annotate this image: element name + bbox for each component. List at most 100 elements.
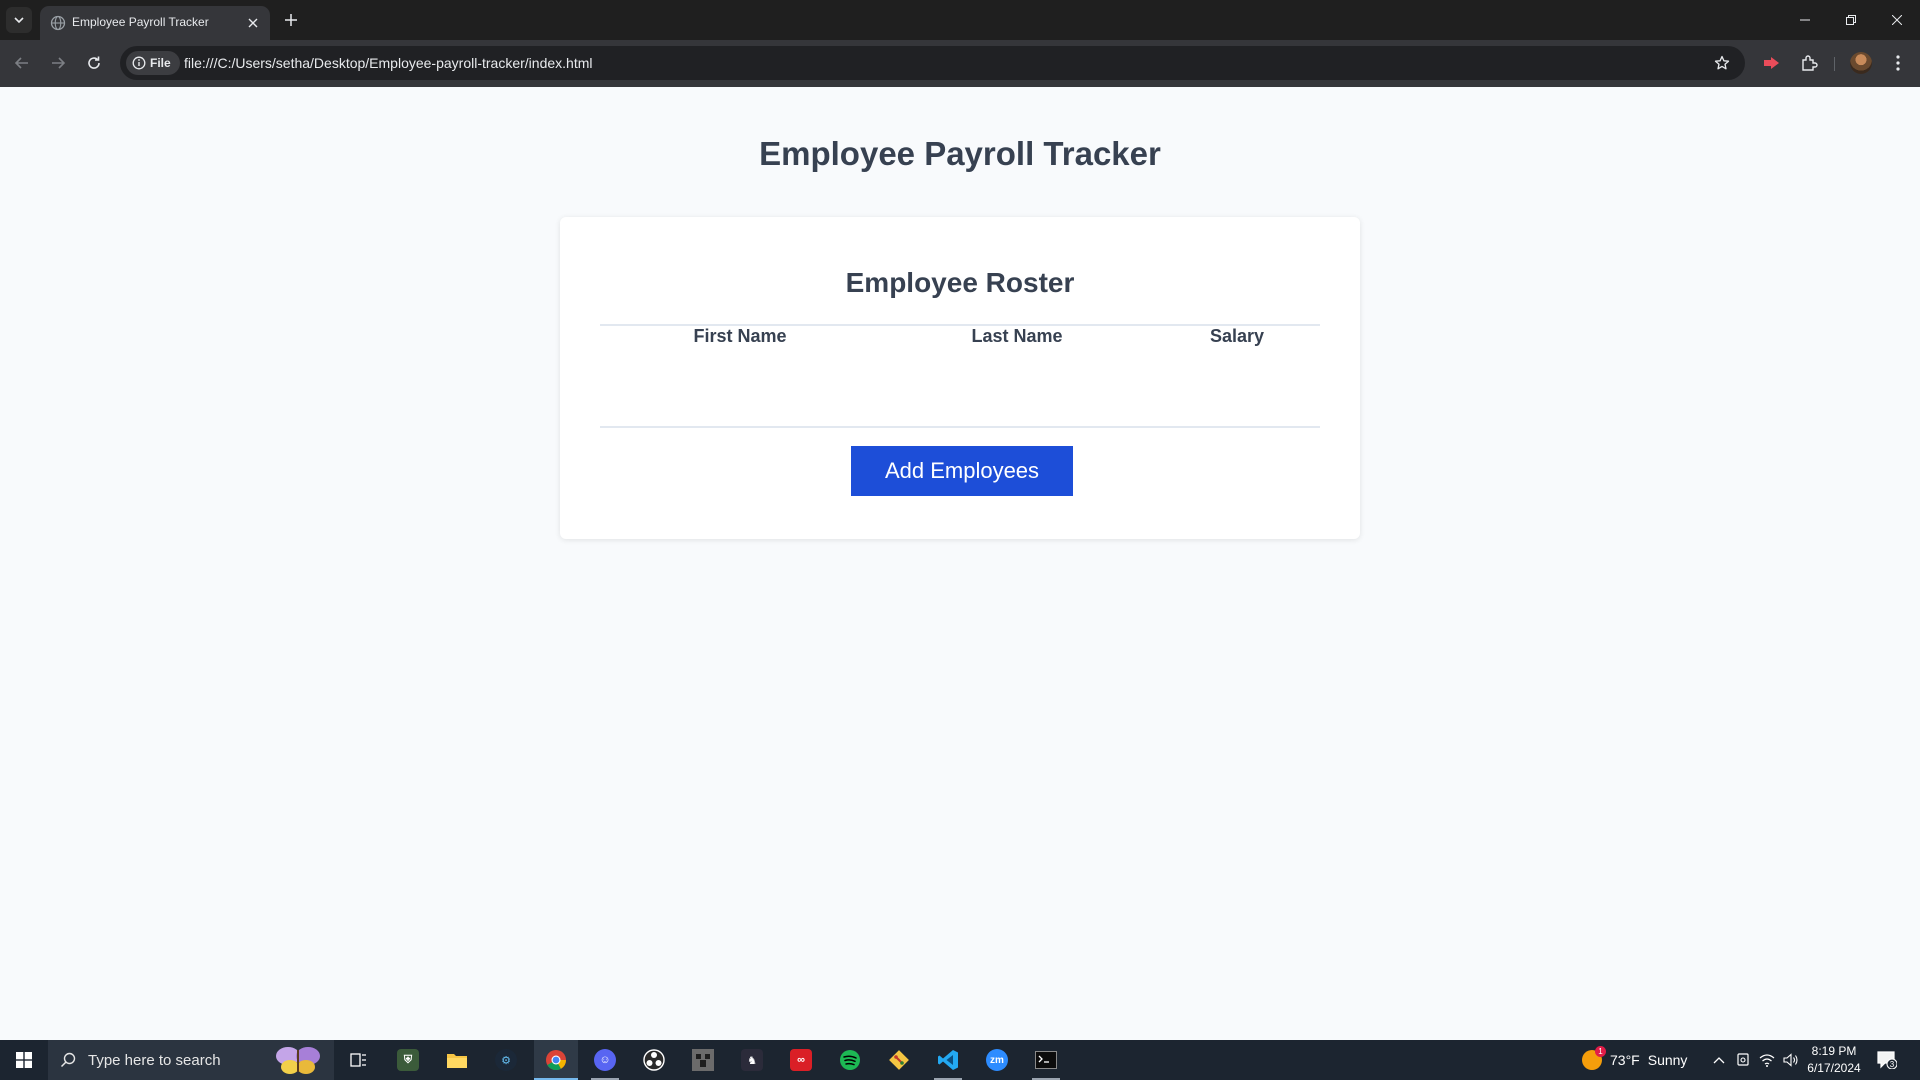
browser-tab[interactable]: Employee Payroll Tracker bbox=[40, 6, 270, 40]
camera-icon bbox=[1737, 1053, 1749, 1066]
extension-button[interactable] bbox=[1760, 51, 1784, 75]
minecraft-icon bbox=[692, 1049, 714, 1071]
search-placeholder: Type here to search bbox=[88, 1052, 221, 1069]
page-title: Employee Payroll Tracker bbox=[759, 135, 1161, 172]
extensions-menu-button[interactable] bbox=[1797, 51, 1821, 75]
minimize-button[interactable] bbox=[1782, 0, 1828, 40]
taskbar-app-discord[interactable]: ☺ bbox=[583, 1040, 627, 1080]
folder-icon bbox=[447, 1054, 467, 1068]
chevron-down-icon bbox=[14, 17, 24, 24]
minimize-icon bbox=[1800, 19, 1810, 21]
notification-count: 3 bbox=[1890, 1060, 1895, 1069]
site-info-chip[interactable]: File bbox=[126, 51, 180, 75]
creative-cloud-icon: ∞ bbox=[790, 1049, 812, 1071]
profile-avatar[interactable] bbox=[1850, 52, 1872, 74]
taskbar-app-zoom[interactable]: zm bbox=[975, 1040, 1019, 1080]
column-header-first-name: First Name bbox=[600, 324, 880, 347]
task-view-button[interactable] bbox=[337, 1040, 381, 1080]
windows-logo-icon bbox=[16, 1052, 32, 1068]
taskbar-app-steam[interactable]: ⚙ bbox=[484, 1040, 528, 1080]
taskbar-app-game-launcher[interactable]: ♞ bbox=[730, 1040, 774, 1080]
extension-app-icon bbox=[1764, 57, 1779, 69]
empty-table-cell bbox=[600, 347, 1320, 428]
forward-button[interactable] bbox=[45, 50, 71, 76]
restore-button[interactable] bbox=[1828, 0, 1874, 40]
toolbar-divider bbox=[1834, 57, 1835, 71]
zoom-icon: zm bbox=[986, 1049, 1008, 1071]
spotify-icon bbox=[840, 1050, 860, 1070]
close-window-button[interactable] bbox=[1874, 0, 1920, 40]
task-view-icon bbox=[350, 1053, 366, 1067]
sun-icon: 1 bbox=[1582, 1046, 1606, 1070]
taskbar-app-file-explorer[interactable] bbox=[435, 1040, 479, 1080]
restore-icon bbox=[1846, 15, 1856, 25]
clock-date: 6/17/2024 bbox=[1807, 1061, 1861, 1075]
tray-network[interactable] bbox=[1757, 1050, 1777, 1070]
weather-alert-badge: 1 bbox=[1595, 1046, 1606, 1057]
taskbar-app-spotify[interactable] bbox=[828, 1040, 872, 1080]
taskbar-app-creative-cloud[interactable]: ∞ bbox=[779, 1040, 823, 1080]
weather-temperature: 73°F bbox=[1610, 1052, 1640, 1068]
more-vertical-icon bbox=[1896, 55, 1900, 71]
column-header-last-name: Last Name bbox=[880, 324, 1154, 347]
reload-icon bbox=[88, 56, 100, 69]
show-hidden-icons-button[interactable] bbox=[1709, 1050, 1729, 1070]
weather-condition: Sunny bbox=[1647, 1052, 1688, 1068]
system-clock[interactable]: 8:19 PM 6/17/2024 bbox=[1802, 1043, 1866, 1077]
tray-volume[interactable] bbox=[1781, 1050, 1801, 1070]
minecraft-dungeons-icon: ⛨ bbox=[397, 1049, 419, 1071]
start-button[interactable] bbox=[0, 1040, 48, 1080]
close-icon bbox=[248, 18, 258, 28]
taskbar-app-minecraft[interactable] bbox=[681, 1040, 725, 1080]
tab-search-button[interactable] bbox=[6, 7, 32, 33]
roster-card: Employee Roster First Name Last Name Sal… bbox=[560, 217, 1360, 539]
column-header-salary: Salary bbox=[1154, 324, 1320, 347]
browser-tab-bar: Employee Payroll Tracker bbox=[0, 0, 1920, 40]
bookmark-button[interactable] bbox=[1712, 53, 1732, 73]
obs-icon bbox=[643, 1049, 665, 1071]
tab-title: Employee Payroll Tracker bbox=[72, 15, 209, 29]
taskbar-app-chrome[interactable] bbox=[534, 1040, 578, 1080]
plus-icon bbox=[285, 14, 297, 26]
notification-icon: 3 bbox=[1877, 1051, 1897, 1069]
arrow-right-icon bbox=[52, 57, 66, 69]
notification-center-button[interactable]: 3 bbox=[1876, 1049, 1898, 1071]
employee-table: First Name Last Name Salary bbox=[600, 324, 1320, 428]
address-bar[interactable]: File file:///C:/Users/setha/Desktop/Empl… bbox=[120, 46, 1745, 80]
add-employees-button[interactable]: Add Employees bbox=[851, 446, 1073, 496]
star-icon bbox=[1714, 55, 1730, 70]
butterfly-highlight-icon bbox=[276, 1047, 320, 1074]
info-icon bbox=[132, 56, 146, 70]
tray-meet-now[interactable] bbox=[1733, 1050, 1753, 1070]
speaker-icon bbox=[1783, 1053, 1798, 1067]
chrome-icon bbox=[546, 1050, 567, 1071]
puzzle-icon bbox=[1802, 55, 1818, 71]
clock-time: 8:19 PM bbox=[1811, 1044, 1857, 1058]
git-icon bbox=[889, 1050, 909, 1070]
url-text[interactable]: file:///C:/Users/setha/Desktop/Employee-… bbox=[184, 55, 592, 71]
chevron-up-icon bbox=[1713, 1057, 1725, 1064]
table-header-row: First Name Last Name Salary bbox=[600, 324, 1320, 347]
back-button[interactable] bbox=[9, 50, 35, 76]
new-tab-button[interactable] bbox=[280, 9, 302, 31]
arrow-left-icon bbox=[14, 57, 28, 69]
tab-close-button[interactable] bbox=[244, 14, 262, 32]
close-icon bbox=[1892, 15, 1902, 25]
reload-button[interactable] bbox=[81, 50, 107, 76]
search-icon bbox=[60, 1052, 76, 1068]
browser-menu-button[interactable] bbox=[1886, 51, 1910, 75]
taskbar-search-box[interactable]: Type here to search bbox=[48, 1040, 334, 1080]
taskbar-app-vscode[interactable] bbox=[926, 1040, 970, 1080]
weather-widget[interactable]: 1 73°F Sunny bbox=[1582, 1046, 1688, 1072]
taskbar-app-git[interactable] bbox=[877, 1040, 921, 1080]
taskbar-app-terminal[interactable] bbox=[1024, 1040, 1068, 1080]
discord-icon: ☺ bbox=[594, 1049, 616, 1071]
taskbar-app-minecraft-dungeons[interactable]: ⛨ bbox=[386, 1040, 430, 1080]
empty-table-row bbox=[600, 347, 1320, 428]
employee-table-body bbox=[600, 347, 1320, 428]
steam-icon: ⚙ bbox=[495, 1049, 517, 1071]
browser-toolbar: File file:///C:/Users/setha/Desktop/Empl… bbox=[0, 40, 1920, 87]
game-launcher-icon: ♞ bbox=[741, 1049, 763, 1071]
page-viewport: Employee Payroll Tracker Employee Roster… bbox=[0, 87, 1920, 1040]
taskbar-app-obs-studio[interactable] bbox=[632, 1040, 676, 1080]
